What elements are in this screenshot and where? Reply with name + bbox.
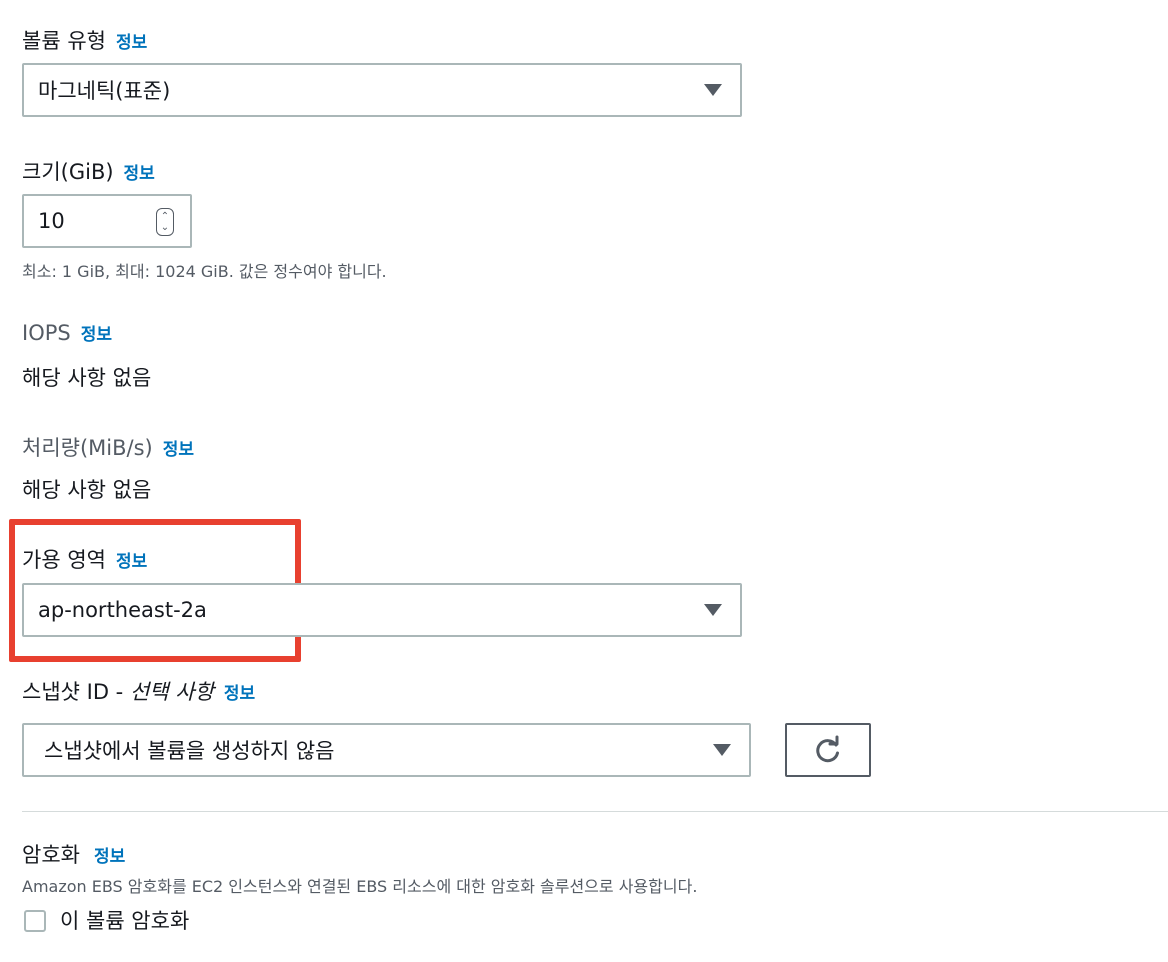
encryption-checkbox-label[interactable]: 이 볼륨 암호화	[60, 905, 189, 935]
encryption-label: 암호화	[22, 843, 80, 867]
snapshot-value: 스냅샷에서 볼륨을 생성하지 않음	[44, 739, 335, 763]
throughput-info-link[interactable]: 정보	[163, 440, 194, 460]
volume-type-label-row: 볼륨 유형 정보	[22, 25, 147, 55]
iops-value: 해당 사항 없음	[22, 366, 152, 390]
availability-zone-label-row: 가용 영역 정보	[22, 544, 147, 574]
encryption-info-link[interactable]: 정보	[94, 847, 125, 867]
size-label-row: 크기(GiB) 정보	[22, 156, 155, 186]
availability-zone-select[interactable]: ap-northeast-2a	[22, 583, 742, 637]
snapshot-label-row: 스냅샷 ID - 선택 사항 정보	[22, 676, 255, 706]
size-value: 10	[38, 209, 65, 233]
throughput-label: 처리량(MiB/s)	[22, 436, 153, 460]
size-label: 크기(GiB)	[22, 160, 114, 184]
snapshot-select[interactable]: 스냅샷에서 볼륨을 생성하지 않음	[22, 723, 751, 777]
refresh-icon	[816, 735, 839, 763]
iops-info-link[interactable]: 정보	[81, 325, 112, 345]
size-info-link[interactable]: 정보	[124, 164, 155, 184]
volume-type-select[interactable]: 마그네틱(표준)	[22, 63, 742, 117]
caret-down-icon	[713, 744, 731, 756]
throughput-value: 해당 사항 없음	[22, 478, 152, 502]
checkbox-icon[interactable]	[24, 910, 46, 932]
iops-label: IOPS	[22, 321, 71, 345]
snapshot-label: 스냅샷 ID -	[22, 680, 130, 704]
refresh-button[interactable]	[785, 723, 871, 777]
encryption-label-row: 암호화 정보	[22, 839, 125, 869]
stepper-icon[interactable]: ⌃ ⌄	[156, 208, 174, 236]
throughput-label-row: 처리량(MiB/s) 정보	[22, 432, 194, 462]
volume-type-info-link[interactable]: 정보	[116, 33, 147, 53]
volume-type-value: 마그네틱(표준)	[38, 79, 171, 103]
availability-zone-label: 가용 영역	[22, 548, 106, 572]
snapshot-info-link[interactable]: 정보	[224, 684, 255, 704]
size-hint: 최소: 1 GiB, 최대: 1024 GiB. 값은 정수여야 합니다.	[22, 262, 387, 281]
encryption-description: Amazon EBS 암호화를 EC2 인스턴스와 연결된 EBS 리소스에 대…	[22, 877, 698, 896]
caret-down-icon	[704, 84, 722, 96]
availability-zone-info-link[interactable]: 정보	[116, 552, 147, 572]
size-input[interactable]: 10 ⌃ ⌄	[22, 194, 192, 248]
volume-type-label: 볼륨 유형	[22, 29, 106, 53]
snapshot-label-optional: 선택 사항	[129, 680, 214, 704]
caret-down-icon	[704, 604, 722, 616]
iops-label-row: IOPS 정보	[22, 320, 112, 345]
section-divider	[22, 811, 1168, 812]
availability-zone-value: ap-northeast-2a	[38, 598, 207, 622]
